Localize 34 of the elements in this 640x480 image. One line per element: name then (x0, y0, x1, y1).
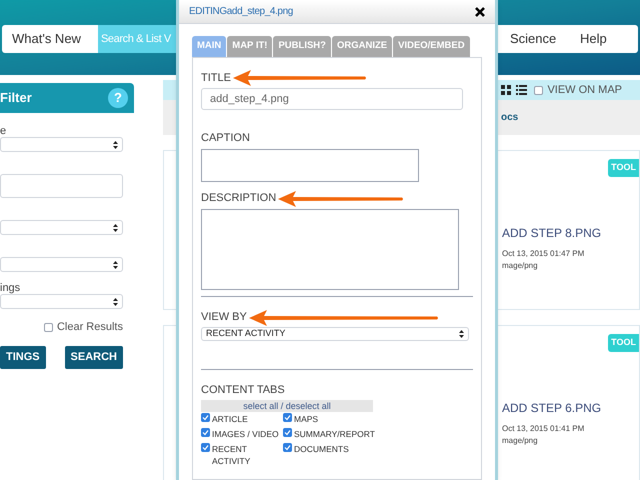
filter-label: e (0, 124, 8, 137)
checkbox-label: RECENT ACTIVITY (212, 443, 252, 467)
nav-link[interactable]: Help (570, 25, 617, 53)
field-label: VIEW BY (201, 310, 247, 326)
field-label: DESCRIPTION (201, 191, 276, 206)
dialog-title: EDITINGadd_step_4.png (189, 5, 293, 19)
action-button[interactable]: TINGS (0, 346, 46, 368)
action-button[interactable]: SEARCH (64, 346, 123, 368)
checkbox-label: IMAGES / VIDEO (212, 428, 279, 440)
view-on-map-label: VIEW ON MAP (547, 82, 622, 98)
title-input[interactable]: add_step_4.png (201, 88, 463, 110)
checkbox-label: Clear Results (56, 320, 123, 335)
checkbox-label: ARTICLE (212, 413, 248, 425)
checkbox-label: MAPS (294, 413, 318, 425)
result-title[interactable]: ADD STEP 6.PNG (502, 398, 639, 416)
field-label: CAPTION (201, 131, 251, 146)
result-title[interactable]: ADD STEP 8.PNG (502, 224, 639, 242)
result-date: Oct 13, 2015 01:47 PM (502, 248, 586, 260)
section-label: CONTENT TABS (201, 382, 286, 398)
field-label: TITLE (201, 70, 231, 86)
view-by-select[interactable]: RECENT ACTIVITY (201, 326, 469, 340)
result-type: mage/png (502, 260, 539, 272)
nav-link[interactable]: What's New (2, 25, 98, 53)
checkbox-label: DOCUMENTS (294, 443, 349, 455)
filter-title: Filter (0, 89, 32, 108)
tool-badge: TOOL (608, 334, 639, 352)
results-tab[interactable]: ocs (501, 110, 518, 125)
result-date: Oct 13, 2015 01:41 PM (502, 422, 586, 434)
nav-link[interactable]: Science (500, 25, 570, 53)
select-all-link[interactable]: select all / deselect all (201, 400, 373, 412)
checkbox-label: SUMMARY/REPORT (294, 428, 375, 440)
tool-badge: TOOL (608, 159, 639, 176)
result-type: mage/png (502, 434, 539, 446)
filter-label: ings (0, 281, 22, 294)
